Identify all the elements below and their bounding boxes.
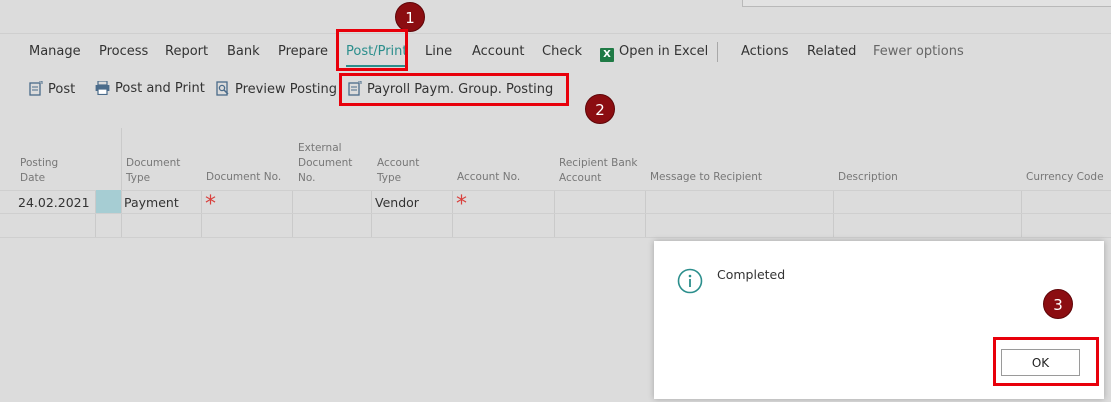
menu-separator [717, 42, 718, 62]
preview-posting-label: Preview Posting [235, 82, 338, 97]
payroll-paym-group-posting-label: Payroll Paym. Group. Posting [367, 82, 554, 97]
step-badge-3: 3 [1043, 289, 1073, 319]
menu-process[interactable]: Process [99, 44, 148, 59]
cell-document-type[interactable]: Payment [124, 195, 179, 210]
col-document-no[interactable]: Document No. [206, 170, 281, 185]
preview-posting-button[interactable]: Preview Posting [216, 81, 337, 97]
highlight-ok-button [993, 337, 1099, 386]
preview-icon [216, 81, 229, 96]
grid-row-divider [0, 213, 1111, 214]
col-description[interactable]: Description [838, 170, 898, 185]
menu-report[interactable]: Report [165, 44, 208, 59]
col-posting-date[interactable]: Posting Date [20, 156, 80, 186]
menu-fewer-options[interactable]: Fewer options [873, 44, 964, 59]
col-recipient-bank-account[interactable]: Recipient Bank Account [559, 156, 639, 186]
menu-open-in-excel-label: Open in Excel [619, 44, 709, 59]
menu-related[interactable]: Related [807, 44, 856, 59]
menu-bank[interactable]: Bank [227, 44, 260, 59]
menu-manage[interactable]: Manage [29, 44, 81, 59]
cell-posting-date[interactable]: 24.02.2021 [18, 195, 90, 210]
col-account-no[interactable]: Account No. [457, 170, 520, 185]
menu-line[interactable]: Line [425, 44, 452, 59]
col-account-type[interactable]: Account Type [377, 156, 427, 186]
grid-row-divider [0, 237, 1111, 238]
info-icon [677, 268, 703, 294]
col-message-to-recipient[interactable]: Message to Recipient [650, 170, 762, 185]
post-icon [348, 81, 362, 96]
step-badge-2: 2 [585, 94, 615, 124]
grid-row-divider [0, 190, 1111, 191]
col-external-document-no[interactable]: External Document No. [298, 141, 358, 186]
post-button[interactable]: Post [29, 81, 75, 97]
printer-icon [95, 81, 110, 95]
menu-prepare[interactable]: Prepare [278, 44, 328, 59]
search-field[interactable] [742, 0, 1111, 7]
action-bar-divider [0, 33, 1111, 34]
step-badge-1: 1 [395, 2, 425, 32]
post-icon [29, 81, 43, 96]
menu-account[interactable]: Account [472, 44, 525, 59]
post-and-print-label: Post and Print [115, 81, 205, 96]
col-document-type[interactable]: Document Type [126, 156, 186, 186]
col-currency-code[interactable]: Currency Code [1026, 170, 1104, 185]
row-selector-cell[interactable] [96, 190, 121, 213]
menu-actions[interactable]: Actions [741, 44, 789, 59]
payroll-paym-group-posting-button[interactable]: Payroll Paym. Group. Posting [348, 81, 553, 97]
excel-icon: X [600, 48, 614, 62]
cell-account-type[interactable]: Vendor [375, 195, 419, 210]
highlight-post-print [336, 29, 408, 71]
post-label: Post [48, 82, 76, 97]
menu-check[interactable]: Check [542, 44, 582, 59]
menu-open-in-excel[interactable]: X Open in Excel [600, 44, 708, 62]
grid-col-divider [121, 128, 122, 237]
cell-account-no-required[interactable]: * [456, 194, 467, 216]
cell-document-no-required[interactable]: * [205, 194, 216, 216]
dialog-message: Completed [717, 267, 786, 282]
post-and-print-button[interactable]: Post and Print [95, 81, 205, 96]
